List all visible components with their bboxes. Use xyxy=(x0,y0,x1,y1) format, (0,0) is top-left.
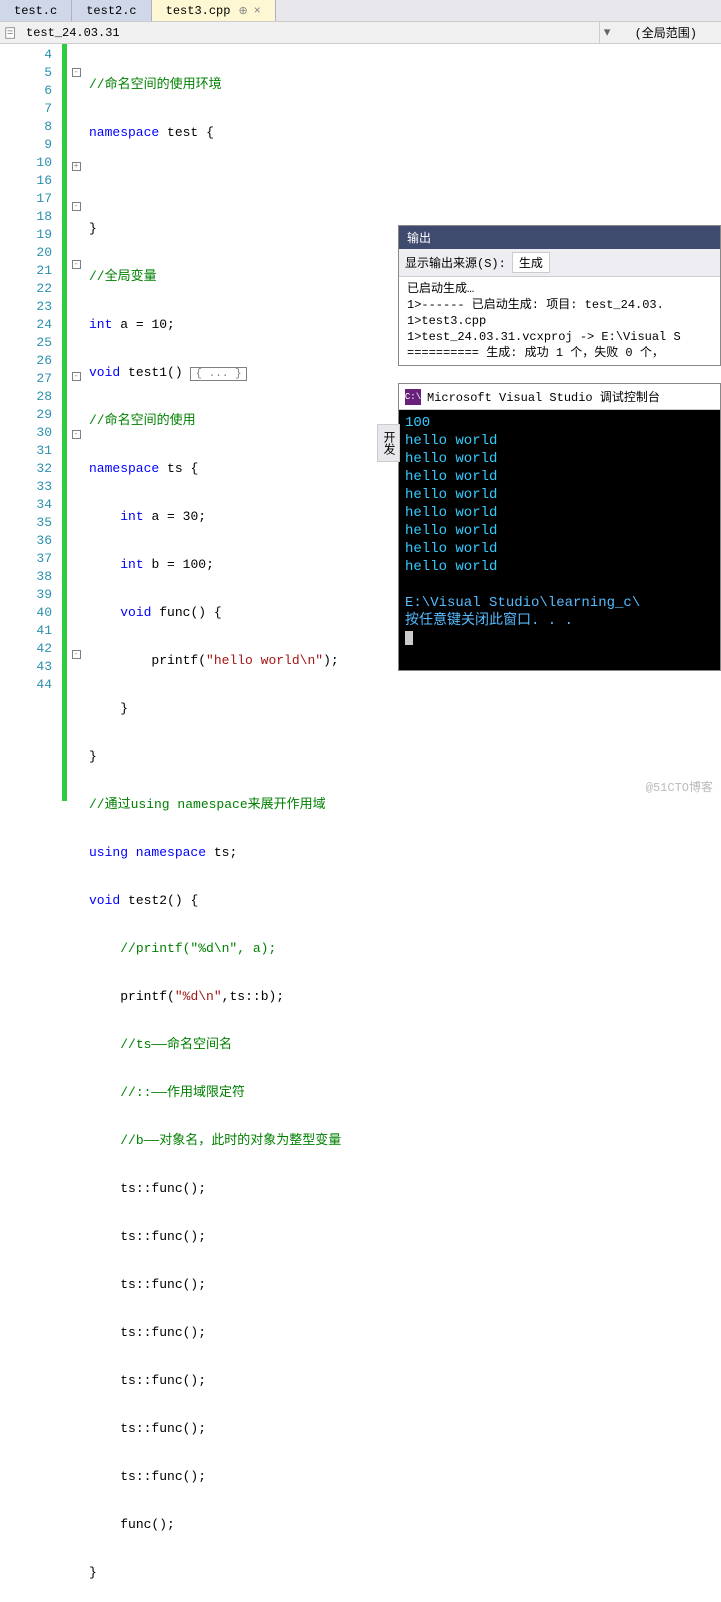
console-title: Microsoft Visual Studio 调试控制台 xyxy=(427,388,660,405)
console-line: 100 xyxy=(405,414,714,432)
console-line: 按任意键关闭此窗口. . . xyxy=(405,612,714,630)
output-line: 1>------ 已启动生成: 项目: test_24.03. xyxy=(407,297,712,313)
side-tab[interactable]: 开发 xyxy=(377,424,400,462)
close-icon[interactable]: × xyxy=(254,4,261,18)
collapsed-region[interactable]: { ... } xyxy=(190,367,246,381)
output-line: 已启动生成… xyxy=(407,281,712,297)
tab-bar: test.c test2.c test3.cpp ⊕ × xyxy=(0,0,721,22)
breadcrumb-scope[interactable]: (全局范围) xyxy=(615,22,717,43)
console-line: E:\Visual Studio\learning_c\ xyxy=(405,594,714,612)
console-line: hello world xyxy=(405,558,714,576)
breadcrumb-file[interactable]: test_24.03.31 xyxy=(22,26,599,40)
console-line xyxy=(405,576,714,594)
output-line: ========== 生成: 成功 1 个，失败 0 个， xyxy=(407,345,712,361)
fold-toggle[interactable]: - xyxy=(72,372,81,381)
console-line: hello world xyxy=(405,486,714,504)
fold-toggle[interactable]: - xyxy=(72,650,81,659)
console-panel: 开发 C:\ Microsoft Visual Studio 调试控制台 100… xyxy=(398,383,721,671)
output-body[interactable]: 已启动生成…1>------ 已启动生成: 项目: test_24.03.1>t… xyxy=(399,276,720,365)
output-source-select[interactable]: 生成 xyxy=(512,252,550,273)
console-line: hello world xyxy=(405,522,714,540)
output-line: 1>test3.cpp xyxy=(407,313,712,329)
file-icon xyxy=(4,26,18,40)
breadcrumb: test_24.03.31 ▾ (全局范围) xyxy=(0,22,721,44)
tab-test3-cpp[interactable]: test3.cpp ⊕ × xyxy=(152,0,276,21)
fold-column: - + - - - - - xyxy=(67,44,85,801)
console-line: hello world xyxy=(405,432,714,450)
fold-toggle[interactable]: - xyxy=(72,260,81,269)
console-body[interactable]: 100hello worldhello worldhello worldhell… xyxy=(399,410,720,670)
console-line: hello world xyxy=(405,468,714,486)
tab-test2-c[interactable]: test2.c xyxy=(72,0,151,21)
fold-toggle[interactable]: - xyxy=(72,202,81,211)
console-titlebar: C:\ Microsoft Visual Studio 调试控制台 xyxy=(399,384,720,410)
fold-toggle[interactable]: + xyxy=(72,162,81,171)
chevron-down-icon[interactable]: ▾ xyxy=(599,22,615,43)
output-source-label: 显示输出来源(S): xyxy=(405,254,506,271)
output-toolbar: 显示输出来源(S): 生成 xyxy=(399,249,720,276)
fold-toggle[interactable]: - xyxy=(72,430,81,439)
tab-test-c[interactable]: test.c xyxy=(0,0,72,21)
line-gutter: 4567891016171819202122232425262728293031… xyxy=(0,44,62,801)
fold-toggle[interactable]: - xyxy=(72,68,81,77)
output-title: 输出 xyxy=(399,226,720,249)
output-line: 1>test_24.03.31.vcxproj -> E:\Visual S xyxy=(407,329,712,345)
output-panel: 输出 显示输出来源(S): 生成 已启动生成…1>------ 已启动生成: 项… xyxy=(398,225,721,366)
console-line: hello world xyxy=(405,450,714,468)
console-line: hello world xyxy=(405,540,714,558)
vs-icon: C:\ xyxy=(405,389,421,405)
watermark: @51CTO博客 xyxy=(646,778,713,795)
console-line: hello world xyxy=(405,504,714,522)
pin-icon[interactable]: ⊕ xyxy=(238,4,247,18)
